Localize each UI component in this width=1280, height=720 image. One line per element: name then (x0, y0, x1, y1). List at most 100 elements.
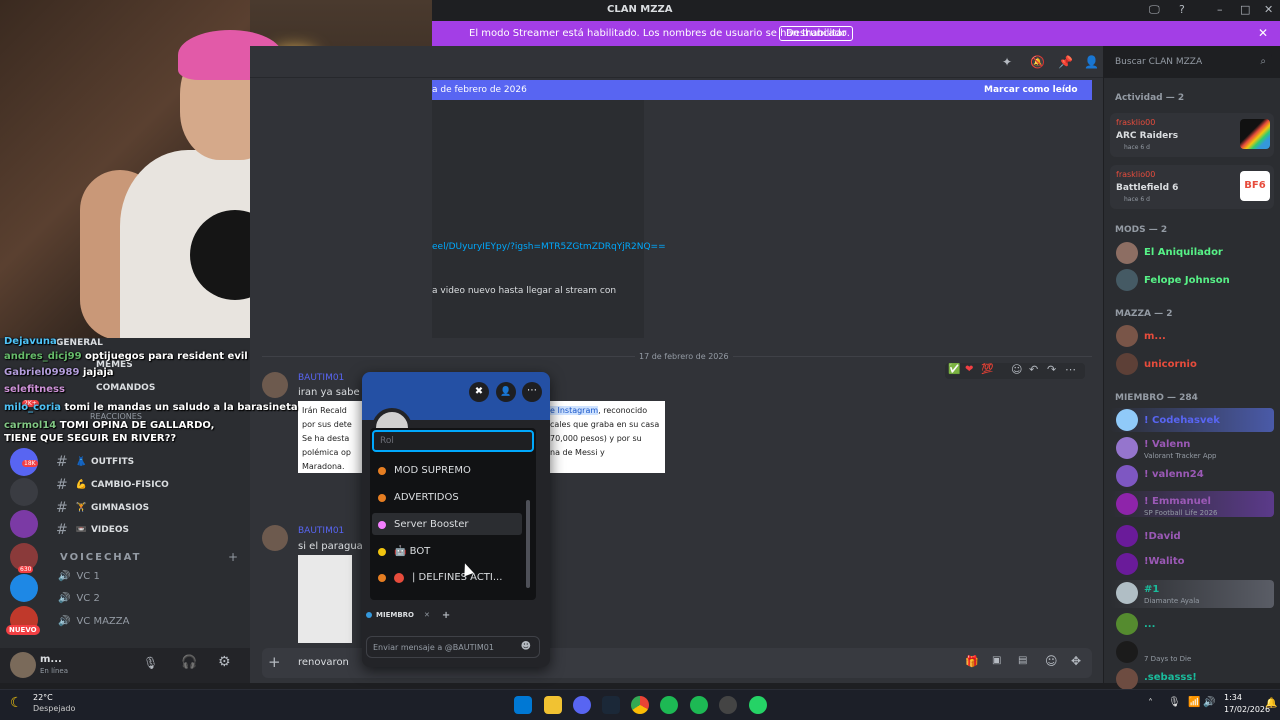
voice-channel[interactable]: 🔊 VC 2 (58, 593, 100, 604)
scrollbar[interactable] (526, 500, 530, 588)
avatar[interactable] (10, 652, 36, 678)
microphone-icon[interactable]: 🎙 (1168, 697, 1181, 708)
member-name[interactable]: ! Valenn (1144, 439, 1190, 450)
block-icon[interactable]: ✖ (469, 382, 489, 402)
mute-icon[interactable]: 🔕 (1030, 55, 1045, 69)
member-name[interactable]: ! valenn24 (1144, 469, 1204, 480)
voice-category[interactable]: VOICECHAT (60, 552, 141, 563)
emoji-icon[interactable]: ☻ (521, 641, 531, 652)
add-channel-icon[interactable]: + (228, 550, 238, 564)
member-name[interactable]: !Walito (1144, 556, 1185, 567)
role-option[interactable]: 🤖 BOT (378, 546, 430, 557)
forward-icon[interactable]: ↷ (1047, 363, 1056, 376)
channel-videos[interactable]: # 📼 VIDEOS (56, 522, 129, 538)
channel-comandos[interactable]: COMANDOS (96, 383, 155, 393)
dm-input[interactable]: Enviar mensaje a @BAUTIM01 ☻ (366, 636, 540, 658)
headphones-icon[interactable]: 🎧 (181, 655, 197, 670)
steam-icon[interactable] (602, 696, 620, 714)
check-reaction-icon[interactable]: ✅ (948, 364, 960, 375)
avatar[interactable] (1116, 641, 1138, 663)
avatar[interactable] (1116, 525, 1138, 547)
remove-role-icon[interactable]: ✕ (424, 611, 430, 619)
pin-icon[interactable]: 📌 (1058, 55, 1073, 69)
threads-icon[interactable]: ✦ (1002, 55, 1012, 69)
role-search-input[interactable]: Rol (372, 430, 534, 452)
channel-cambio-fisico[interactable]: # 💪 CAMBIO-FISICO (56, 477, 169, 493)
server-icon[interactable] (10, 478, 38, 506)
gif-icon[interactable]: ▣ (992, 655, 1001, 666)
help-icon[interactable]: ? (1179, 3, 1185, 16)
avatar[interactable] (1116, 553, 1138, 575)
avatar[interactable] (1116, 668, 1138, 690)
avatar[interactable] (262, 372, 288, 398)
avatar[interactable] (1116, 493, 1138, 515)
role-option[interactable]: | DELFINES ACTI... (378, 572, 502, 583)
server-icon[interactable] (10, 510, 38, 538)
close-window-button[interactable]: ✕ (1264, 3, 1273, 16)
emoji-icon[interactable]: ☺ (1045, 654, 1058, 668)
chrome-icon[interactable] (631, 696, 649, 714)
app-icon[interactable] (719, 696, 737, 714)
avatar[interactable] (1116, 409, 1138, 431)
role-chip[interactable]: MIEMBRO ✕ + (366, 608, 450, 622)
minimize-button[interactable]: – (1217, 3, 1223, 16)
message-author[interactable]: BAUTIM01 (298, 526, 344, 536)
voice-channel[interactable]: 🔊 VC MAZZA (58, 616, 129, 627)
channel-gimnasios[interactable]: # 🏋 GIMNASIOS (56, 500, 149, 516)
member-name[interactable]: El Aniquilador (1144, 247, 1223, 258)
activity-card[interactable]: frasklio00 ARC Raiders hace 6 d (1110, 113, 1274, 157)
more-icon[interactable]: ⋯ (1065, 363, 1076, 376)
role-option[interactable]: MOD SUPREMO (378, 465, 471, 476)
disable-streamer-button[interactable]: Deshabilitar (779, 26, 854, 41)
channel-outfits[interactable]: # 👗 OUTFITS (56, 454, 134, 470)
member-name[interactable]: unicornio (1144, 359, 1197, 370)
apps-icon[interactable]: ✥ (1071, 654, 1081, 668)
member-name[interactable]: m... (1144, 331, 1166, 342)
sticker-icon[interactable]: ▤ (1018, 655, 1027, 666)
gift-icon[interactable]: 🎁 (965, 655, 979, 668)
weather-icon[interactable]: ☾ (10, 695, 23, 711)
role-option[interactable]: ADVERTIDOS (378, 492, 459, 503)
avatar[interactable] (1116, 582, 1138, 604)
avatar[interactable] (1116, 465, 1138, 487)
start-icon[interactable] (514, 696, 532, 714)
volume-icon[interactable]: 🔊 (1203, 697, 1215, 708)
screen-icon[interactable]: 🖵 (1149, 3, 1160, 17)
gear-icon[interactable]: ⚙ (218, 654, 231, 670)
message-link[interactable]: eel/DUyuryIEYpy/?igsh=MTR5ZGtmZDRqYjR2NQ… (432, 242, 666, 252)
file-explorer-icon[interactable] (544, 696, 562, 714)
search-input[interactable]: Buscar CLAN MZZA ⌕ (1110, 53, 1272, 73)
avatar[interactable] (1116, 325, 1138, 347)
close-icon[interactable]: ✕ (1258, 26, 1268, 40)
add-role-icon[interactable]: + (442, 610, 450, 621)
voice-channel[interactable]: 🔊 VC 1 (58, 571, 100, 582)
new-messages-bar[interactable]: a de febrero de 2026 Marcar como leído (432, 80, 1092, 100)
microphone-icon[interactable]: 🎙 (143, 656, 158, 670)
channel-general[interactable]: GENERAL (56, 338, 103, 348)
avatar[interactable] (262, 525, 288, 551)
embed-link[interactable]: e Instagram (550, 406, 599, 415)
spotify-icon[interactable] (660, 696, 678, 714)
avatar[interactable] (1116, 242, 1138, 264)
member-name[interactable]: .sebasss! (1144, 672, 1197, 683)
mark-read-button[interactable]: Marcar como leído (984, 85, 1078, 95)
activity-card[interactable]: frasklio00 Battlefield 6 hace 6 d BF6 (1110, 165, 1274, 209)
avatar[interactable] (1116, 353, 1138, 375)
reaction-icon[interactable]: ❤ (965, 364, 973, 375)
role-option[interactable]: Server Booster (378, 519, 468, 530)
avatar[interactable] (1116, 613, 1138, 635)
discord-icon[interactable] (573, 696, 591, 714)
member-name[interactable]: ! Codehasvek (1144, 415, 1220, 426)
add-reaction-icon[interactable]: ☺ (1011, 363, 1022, 376)
whatsapp-icon[interactable] (749, 696, 767, 714)
avatar[interactable] (1116, 437, 1138, 459)
wifi-icon[interactable]: 📶 (1188, 697, 1200, 708)
notification-icon[interactable]: 🔔 (1265, 698, 1277, 709)
maximize-button[interactable]: □ (1240, 3, 1250, 16)
add-friend-icon[interactable]: 👤 (496, 382, 516, 402)
tray-chevron-icon[interactable]: ˄ (1148, 698, 1153, 709)
member-name[interactable]: #1 (1144, 584, 1159, 595)
member-name[interactable]: !David (1144, 531, 1181, 542)
reaction-icon[interactable]: 💯 (981, 364, 993, 375)
message-author[interactable]: BAUTIM01 (298, 373, 344, 383)
